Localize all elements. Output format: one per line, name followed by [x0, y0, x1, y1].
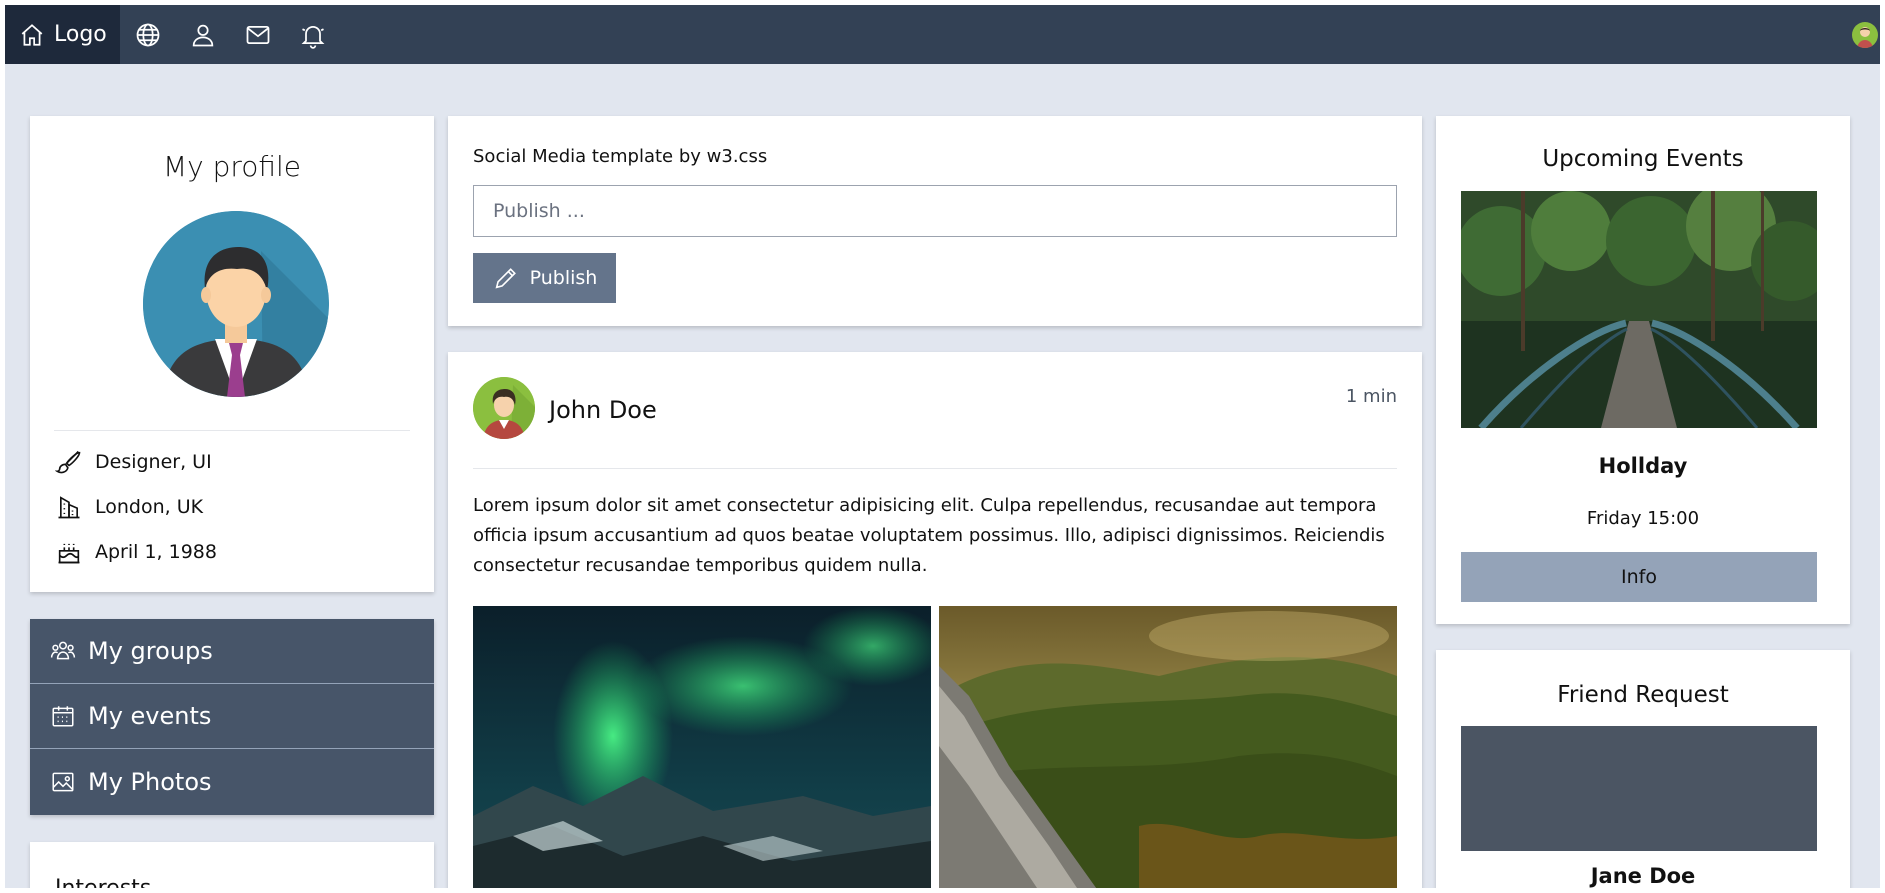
calendar-icon [52, 706, 74, 727]
cake-icon [58, 543, 80, 564]
profile-title: My profile [162, 150, 302, 183]
friend-request-card: Friend Request Jane Doe [1436, 650, 1850, 888]
post-image-aurora[interactable] [473, 606, 931, 888]
event-name: Hollday [1598, 454, 1688, 478]
bell-icon [301, 25, 324, 49]
profile-divider [54, 430, 410, 431]
groups-icon [50, 641, 76, 660]
menu-label-my-groups: My groups [88, 637, 213, 665]
publish-input[interactable] [473, 185, 1397, 237]
upcoming-events-card: Upcoming Events Hollday Friday 15:00 Inf… [1436, 116, 1850, 624]
publish-button[interactable]: Publish [473, 253, 616, 303]
friend-request-avatar[interactable] [1461, 726, 1817, 851]
post-author-name[interactable]: John Doe [549, 396, 657, 424]
app-frame: Logo My profile Designer, UI London, UK … [5, 5, 1880, 888]
user-icon [192, 24, 213, 46]
profile-detail-location: London, UK [55, 493, 203, 521]
event-info-button[interactable]: Info [1461, 552, 1817, 602]
pencil-icon [495, 268, 516, 289]
globe-icon [136, 23, 159, 46]
menu-label-my-photos: My Photos [88, 767, 212, 796]
building-icon [58, 496, 80, 519]
friend-request-title: Friend Request [1557, 682, 1729, 708]
post-author-avatar[interactable] [473, 377, 535, 439]
events-title: Upcoming Events [1542, 146, 1744, 172]
compose-title: Social Media template by w3.css [473, 146, 768, 167]
post-body: Lorem ipsum dolor sit amet consectetur a… [473, 495, 1385, 576]
menu-item-my-events[interactable]: My events [30, 684, 434, 749]
photo-icon [52, 772, 74, 791]
menu-item-my-groups[interactable]: My groups [30, 619, 434, 684]
post-timestamp: 1 min [1345, 386, 1397, 407]
post-card: John Doe 1 min Lorem ipsum dolor sit ame… [448, 352, 1422, 888]
event-time: Friday 15:00 [1586, 508, 1700, 529]
nav-notifications-button[interactable] [285, 5, 340, 64]
paintbrush-icon [55, 450, 81, 474]
profile-menu: My groups My events My Photos [30, 619, 434, 815]
profile-location: London, UK [95, 496, 204, 518]
profile-detail-occupation: Designer, UI [55, 448, 212, 476]
profile-card: My profile Designer, UI London, UK April… [30, 116, 434, 592]
event-info-label: Info [1621, 566, 1657, 588]
user-avatar[interactable] [1852, 22, 1878, 48]
profile-birthday: April 1, 1988 [95, 541, 217, 563]
nav-mail-button[interactable] [230, 5, 285, 64]
logo-label: Logo [54, 22, 107, 47]
post-divider [473, 468, 1397, 469]
event-image-bridge[interactable] [1461, 191, 1817, 428]
profile-occupation: Designer, UI [95, 451, 212, 473]
mail-icon [246, 25, 269, 44]
nav-user-button[interactable] [175, 5, 230, 64]
nav-globe-button[interactable] [120, 5, 175, 64]
home-icon [21, 23, 43, 46]
friend-request-name: Jane Doe [1590, 864, 1696, 888]
menu-item-my-photos[interactable]: My Photos [30, 749, 434, 814]
compose-card: Social Media template by w3.css Publish [448, 116, 1422, 326]
interests-title: Interests [55, 876, 151, 888]
top-navbar: Logo [5, 5, 1880, 64]
home-logo-button[interactable]: Logo [5, 5, 120, 64]
interests-card: Interests [30, 842, 434, 888]
menu-label-my-events: My events [88, 702, 212, 730]
profile-detail-birthday: April 1, 1988 [55, 538, 217, 566]
post-image-mountains[interactable] [939, 606, 1397, 888]
publish-label: Publish [529, 267, 598, 289]
profile-avatar [143, 211, 329, 397]
